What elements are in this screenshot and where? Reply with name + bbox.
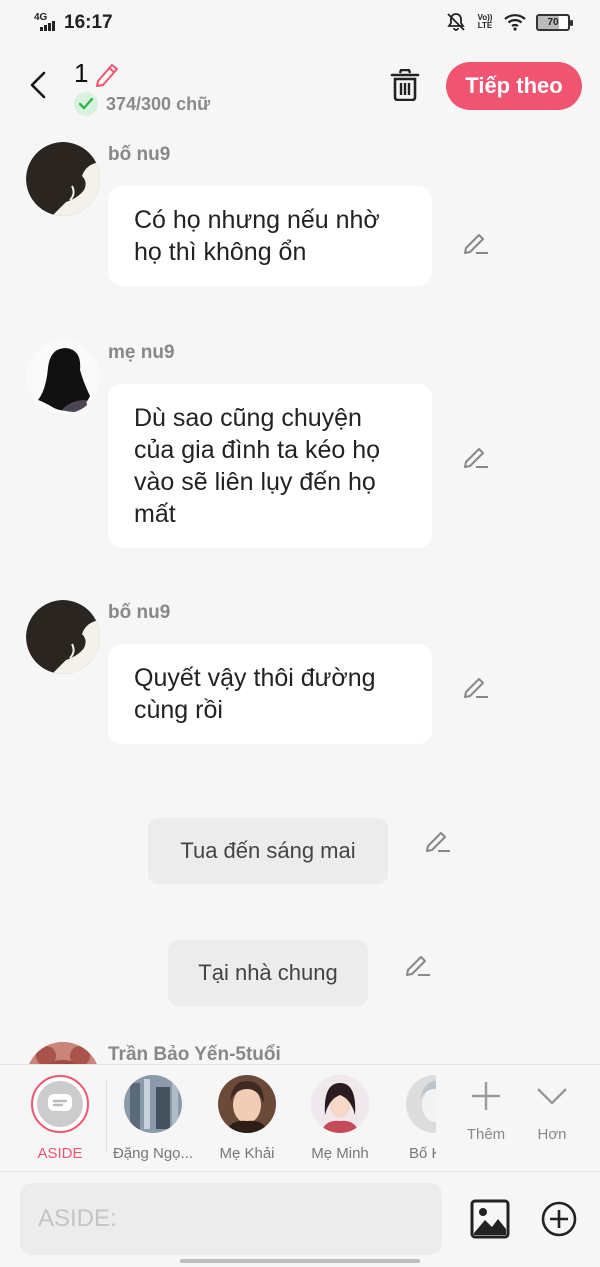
home-indicator bbox=[180, 1259, 420, 1263]
avatar bbox=[406, 1075, 436, 1133]
chapter-number: 1 bbox=[74, 58, 89, 88]
divider bbox=[106, 1079, 107, 1153]
aside-input[interactable] bbox=[20, 1183, 442, 1255]
message-bubble[interactable]: Có họ nhưng nếu nhờ họ thì không ổn bbox=[108, 186, 432, 286]
edit-message-icon[interactable] bbox=[404, 950, 432, 978]
check-icon bbox=[74, 92, 98, 116]
plus-icon bbox=[472, 1082, 500, 1110]
edit-message-icon[interactable] bbox=[424, 826, 452, 854]
edit-message-icon[interactable] bbox=[462, 228, 490, 256]
image-icon[interactable] bbox=[470, 1199, 510, 1239]
avatar bbox=[124, 1075, 182, 1133]
volte-icon: Vo)) LTE bbox=[477, 13, 493, 30]
editor-header: 1 374/300 chữ Tiếp theo bbox=[0, 50, 600, 124]
character-name: Mẹ Minh bbox=[311, 1145, 369, 1162]
character-name: Đặng Ngọ... bbox=[112, 1145, 194, 1162]
sender-name: mẹ nu9 bbox=[108, 342, 175, 363]
avatar bbox=[218, 1075, 276, 1133]
battery-icon: 70 bbox=[536, 13, 573, 31]
wifi-icon bbox=[504, 14, 526, 31]
character-name: Bố K bbox=[409, 1145, 436, 1162]
character-item[interactable]: Mẹ Minh bbox=[297, 1075, 383, 1162]
add-icon[interactable] bbox=[540, 1200, 578, 1238]
avatar bbox=[311, 1075, 369, 1133]
message-list[interactable]: bố nu9 Có họ nhưng nếu nhờ họ thì không … bbox=[0, 124, 600, 1064]
avatar[interactable] bbox=[26, 340, 100, 414]
delete-button[interactable] bbox=[388, 66, 422, 104]
avatar[interactable] bbox=[26, 600, 100, 674]
back-arrow-icon bbox=[30, 71, 46, 99]
message-bubble[interactable]: Dù sao cũng chuyện của gia đình ta kéo h… bbox=[108, 384, 432, 548]
character-name: Mẹ Khải bbox=[219, 1145, 275, 1162]
character-name: ASIDE bbox=[37, 1145, 83, 1162]
bell-off-icon bbox=[447, 13, 465, 31]
sender-name: bố nu9 bbox=[108, 602, 171, 623]
word-count: 374/300 chữ bbox=[106, 93, 211, 114]
character-item[interactable]: Bố K bbox=[392, 1075, 436, 1162]
status-bar: 4G 16:17 Vo)) LTE 70 bbox=[0, 0, 600, 50]
avatar[interactable] bbox=[26, 1042, 100, 1064]
sender-name: bố nu9 bbox=[108, 144, 171, 165]
sender-name: Trần Bảo Yến-5tuổi bbox=[108, 1044, 281, 1064]
aside-avatar bbox=[31, 1075, 89, 1133]
avatar[interactable] bbox=[26, 142, 100, 216]
chevron-down-icon bbox=[537, 1088, 567, 1105]
trash-icon bbox=[390, 69, 420, 101]
message-icon bbox=[48, 1094, 72, 1111]
edit-message-icon[interactable] bbox=[462, 672, 490, 700]
signal-icon: 4G bbox=[34, 13, 58, 33]
clock: 16:17 bbox=[64, 12, 113, 33]
character-selector: ASIDE Đặng Ngọ... Mẹ Khải Mẹ Minh Bố Thê… bbox=[0, 1064, 600, 1172]
character-aside[interactable]: ASIDE bbox=[17, 1075, 103, 1162]
collapse-button[interactable]: Hơn bbox=[522, 1079, 582, 1143]
message-bubble[interactable]: Quyết vậy thôi đường cùng rồi bbox=[108, 644, 432, 744]
next-button[interactable]: Tiếp theo bbox=[446, 62, 582, 110]
edit-message-icon[interactable] bbox=[462, 442, 490, 470]
character-item[interactable]: Mẹ Khải bbox=[204, 1075, 290, 1162]
narration-bubble[interactable]: Tại nhà chung bbox=[168, 940, 368, 1006]
composer bbox=[0, 1172, 600, 1267]
edit-title-icon[interactable] bbox=[94, 61, 122, 87]
narration-bubble[interactable]: Tua đến sáng mai bbox=[148, 818, 388, 884]
character-item[interactable]: Đặng Ngọ... bbox=[110, 1075, 196, 1162]
back-button[interactable] bbox=[24, 68, 52, 102]
more-button[interactable]: Thêm bbox=[456, 1079, 516, 1143]
